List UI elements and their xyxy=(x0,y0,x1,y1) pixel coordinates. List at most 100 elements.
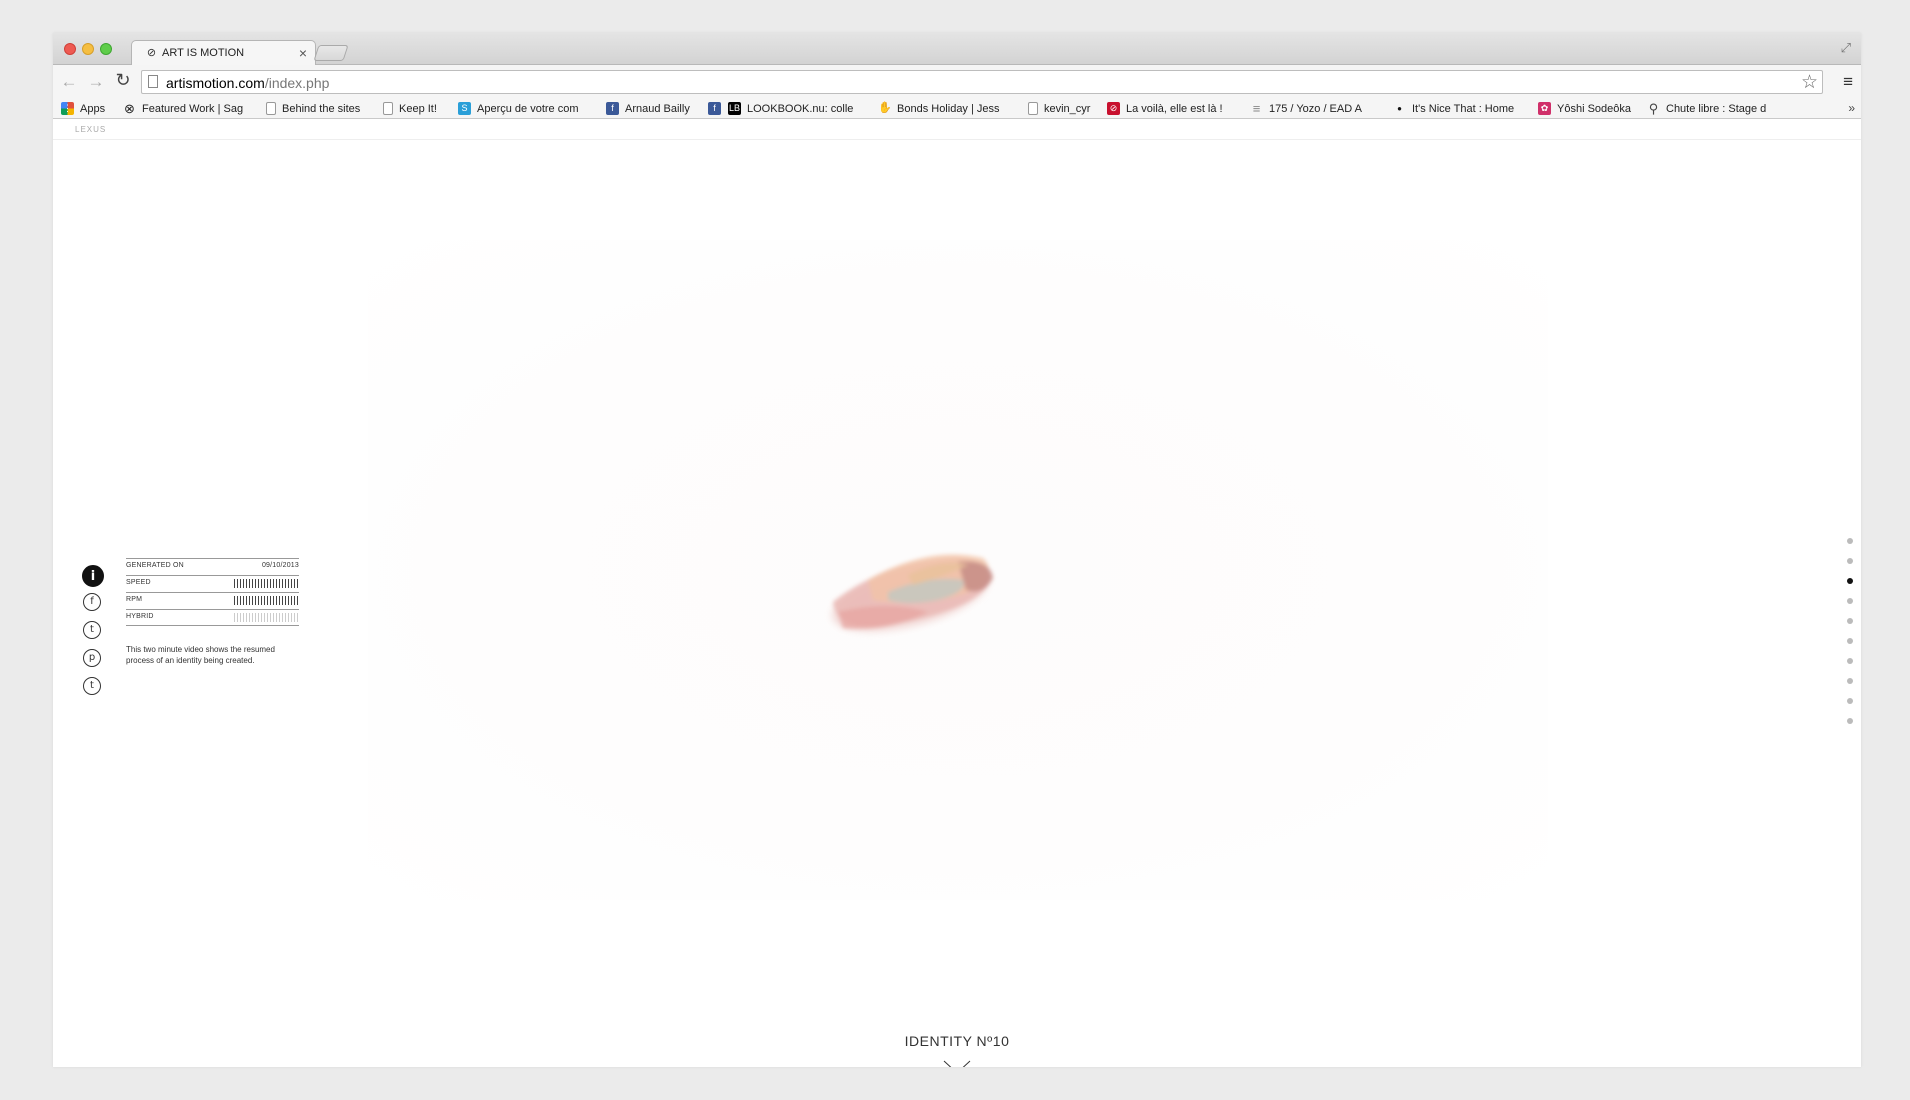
section-dot[interactable] xyxy=(1847,558,1853,564)
new-tab-button[interactable] xyxy=(313,45,349,61)
tab-art-is-motion[interactable]: ⊘ ART IS MOTION × xyxy=(131,40,316,66)
hybrid-bar xyxy=(234,613,299,622)
tab-close-icon[interactable]: × xyxy=(299,45,307,61)
bookmark-label: Chute libre : Stage d xyxy=(1666,102,1767,115)
tab-strip: ⊘ ART IS MOTION × ⤢ xyxy=(53,33,1861,66)
bookmarks-bar: ⋮ Apps ⊗ Featured Work | Sag Behind the site… xyxy=(53,99,1861,119)
brush-stroke-artwork xyxy=(832,554,993,632)
bookmark-item[interactable]: kevin_cyr xyxy=(1028,102,1090,115)
bookmark-item[interactable]: ⚲ Chute libre : Stage d xyxy=(1647,101,1767,116)
back-arrow-icon[interactable]: ← xyxy=(58,72,80,92)
bookmark-item[interactable]: ⊘ La voilà, elle est là ! xyxy=(1107,102,1223,115)
video-description: This two minute video shows the resumed … xyxy=(126,645,275,665)
apps-grid-icon: ⋮ xyxy=(61,102,74,115)
bookmark-label: Arnaud Bailly xyxy=(625,102,690,115)
bookmark-label: LOOKBOOK.nu: colle xyxy=(747,102,854,115)
pink-square-icon: ✿ xyxy=(1538,102,1551,115)
rpm-row: RPM xyxy=(126,592,299,609)
pinterest-share-icon[interactable]: p xyxy=(83,649,101,667)
identity-title: IDENTITY Nº10 xyxy=(904,1033,1010,1049)
section-dot[interactable] xyxy=(1847,618,1853,624)
section-dot[interactable] xyxy=(1847,698,1853,704)
bookmark-label: Bonds Holiday | Jess xyxy=(897,102,1000,115)
bookmark-label: Featured Work | Sag xyxy=(142,102,244,115)
lexus-logo[interactable]: LEXUS xyxy=(75,125,106,134)
bookmark-item[interactable]: ⋮ Apps xyxy=(61,102,105,115)
bookmark-item[interactable]: ✿ Yôshi Sodeôka xyxy=(1538,102,1631,115)
rpm-bar-fill xyxy=(234,596,299,605)
search-person-icon: ⚲ xyxy=(1648,101,1659,116)
fullscreen-icon[interactable]: ⤢ xyxy=(1841,40,1851,56)
tumblr-share-icon[interactable]: t xyxy=(83,677,101,695)
info-icon[interactable]: i xyxy=(82,565,104,587)
circle-logo-icon: ⊗ xyxy=(124,101,135,116)
hand-icon: ✋ xyxy=(878,102,892,114)
generated-label: GENERATED ON xyxy=(126,562,184,569)
page-icon xyxy=(383,102,393,115)
bookmark-item[interactable]: LB LOOKBOOK.nu: colle xyxy=(728,102,853,115)
toolbar: ← → ↻ artismotion.com/index.php ☆ ≡ xyxy=(53,65,1861,99)
red-circle-icon: ⊘ xyxy=(1107,102,1120,115)
hamburger-menu-icon[interactable]: ≡ xyxy=(1843,72,1853,92)
page-icon xyxy=(148,75,158,88)
section-dot[interactable] xyxy=(1847,578,1853,584)
facebook-share-icon[interactable]: f xyxy=(83,593,101,611)
bookmark-item[interactable]: Keep It! xyxy=(383,102,437,115)
section-dot[interactable] xyxy=(1847,718,1853,724)
url-text[interactable]: artismotion.com/index.php xyxy=(166,75,329,91)
chevron-down-icon[interactable] xyxy=(943,1060,971,1067)
bookmark-item[interactable]: S Aperçu de votre com xyxy=(458,102,579,115)
speed-bar xyxy=(234,579,299,588)
forward-arrow-icon[interactable]: → xyxy=(85,72,107,92)
bookmark-star-icon[interactable]: ☆ xyxy=(1801,71,1818,94)
browser-window: ⊘ ART IS MOTION × ⤢ ← → ↻ artismotion.co… xyxy=(53,33,1861,1067)
bookmark-label: Behind the sites xyxy=(282,102,361,115)
bookmark-item[interactable]: Behind the sites xyxy=(266,102,360,115)
bookmark-label: Aperçu de votre com xyxy=(477,102,579,115)
lookbook-icon: LB xyxy=(728,102,741,115)
bookmark-label: Keep It! xyxy=(399,102,437,115)
bookmark-label: kevin_cyr xyxy=(1044,102,1091,115)
rpm-bar xyxy=(234,596,299,605)
hybrid-row: HYBRID xyxy=(126,609,299,626)
generated-row: GENERATED ON 09/10/2013 xyxy=(126,558,299,575)
hybrid-label: HYBRID xyxy=(126,613,154,620)
section-dot[interactable] xyxy=(1847,678,1853,684)
dot-icon: ● xyxy=(1397,104,1402,113)
lexus-favicon-icon: ⊘ xyxy=(146,47,157,59)
facebook-icon: f xyxy=(606,102,619,115)
section-dot[interactable] xyxy=(1847,658,1853,664)
minimize-window-button[interactable] xyxy=(82,43,94,55)
speed-bar-fill xyxy=(234,579,299,588)
stripes-icon: ≡ xyxy=(1252,101,1261,116)
maximize-window-button[interactable] xyxy=(100,43,112,55)
url-host: artismotion.com xyxy=(166,75,265,91)
bookmarks-overflow-icon[interactable]: » xyxy=(1848,101,1855,115)
url-path: /index.php xyxy=(264,75,330,91)
section-dot[interactable] xyxy=(1847,598,1853,604)
page-icon xyxy=(266,102,276,115)
close-window-button[interactable] xyxy=(64,43,76,55)
bookmark-item[interactable]: ⊗ Featured Work | Sag xyxy=(123,102,243,115)
info-table: GENERATED ON 09/10/2013 SPEED RPM HYBRID xyxy=(126,558,299,626)
section-dot[interactable] xyxy=(1847,538,1853,544)
divider xyxy=(53,139,1861,140)
twitter-share-icon[interactable]: t xyxy=(83,621,101,639)
facebook-icon: f xyxy=(708,102,721,115)
rpm-label: RPM xyxy=(126,596,143,603)
tab-title: ART IS MOTION xyxy=(162,47,245,59)
bookmark-item[interactable]: f Arnaud Bailly xyxy=(606,102,690,115)
bookmark-label: It's Nice That : Home xyxy=(1412,102,1515,115)
bookmark-item[interactable]: ● It's Nice That : Home xyxy=(1393,102,1514,115)
bookmark-item[interactable]: ✋ Bonds Holiday | Jess xyxy=(878,102,1000,115)
address-bar[interactable]: artismotion.com/index.php ☆ xyxy=(141,70,1823,94)
page-content: LEXUS i f t p t GENERATED ON 09/10/2013 … xyxy=(53,120,1861,1067)
speed-label: SPEED xyxy=(126,579,151,586)
section-dot[interactable] xyxy=(1847,638,1853,644)
video-stage[interactable] xyxy=(368,240,1548,900)
reload-icon[interactable]: ↻ xyxy=(112,70,134,91)
bookmark-label: Apps xyxy=(80,102,106,115)
bookmark-item[interactable]: f xyxy=(708,102,727,115)
bookmark-item[interactable]: ≡ 175 / Yozo / EAD A xyxy=(1250,102,1362,115)
generated-value: 09/10/2013 xyxy=(261,562,299,569)
